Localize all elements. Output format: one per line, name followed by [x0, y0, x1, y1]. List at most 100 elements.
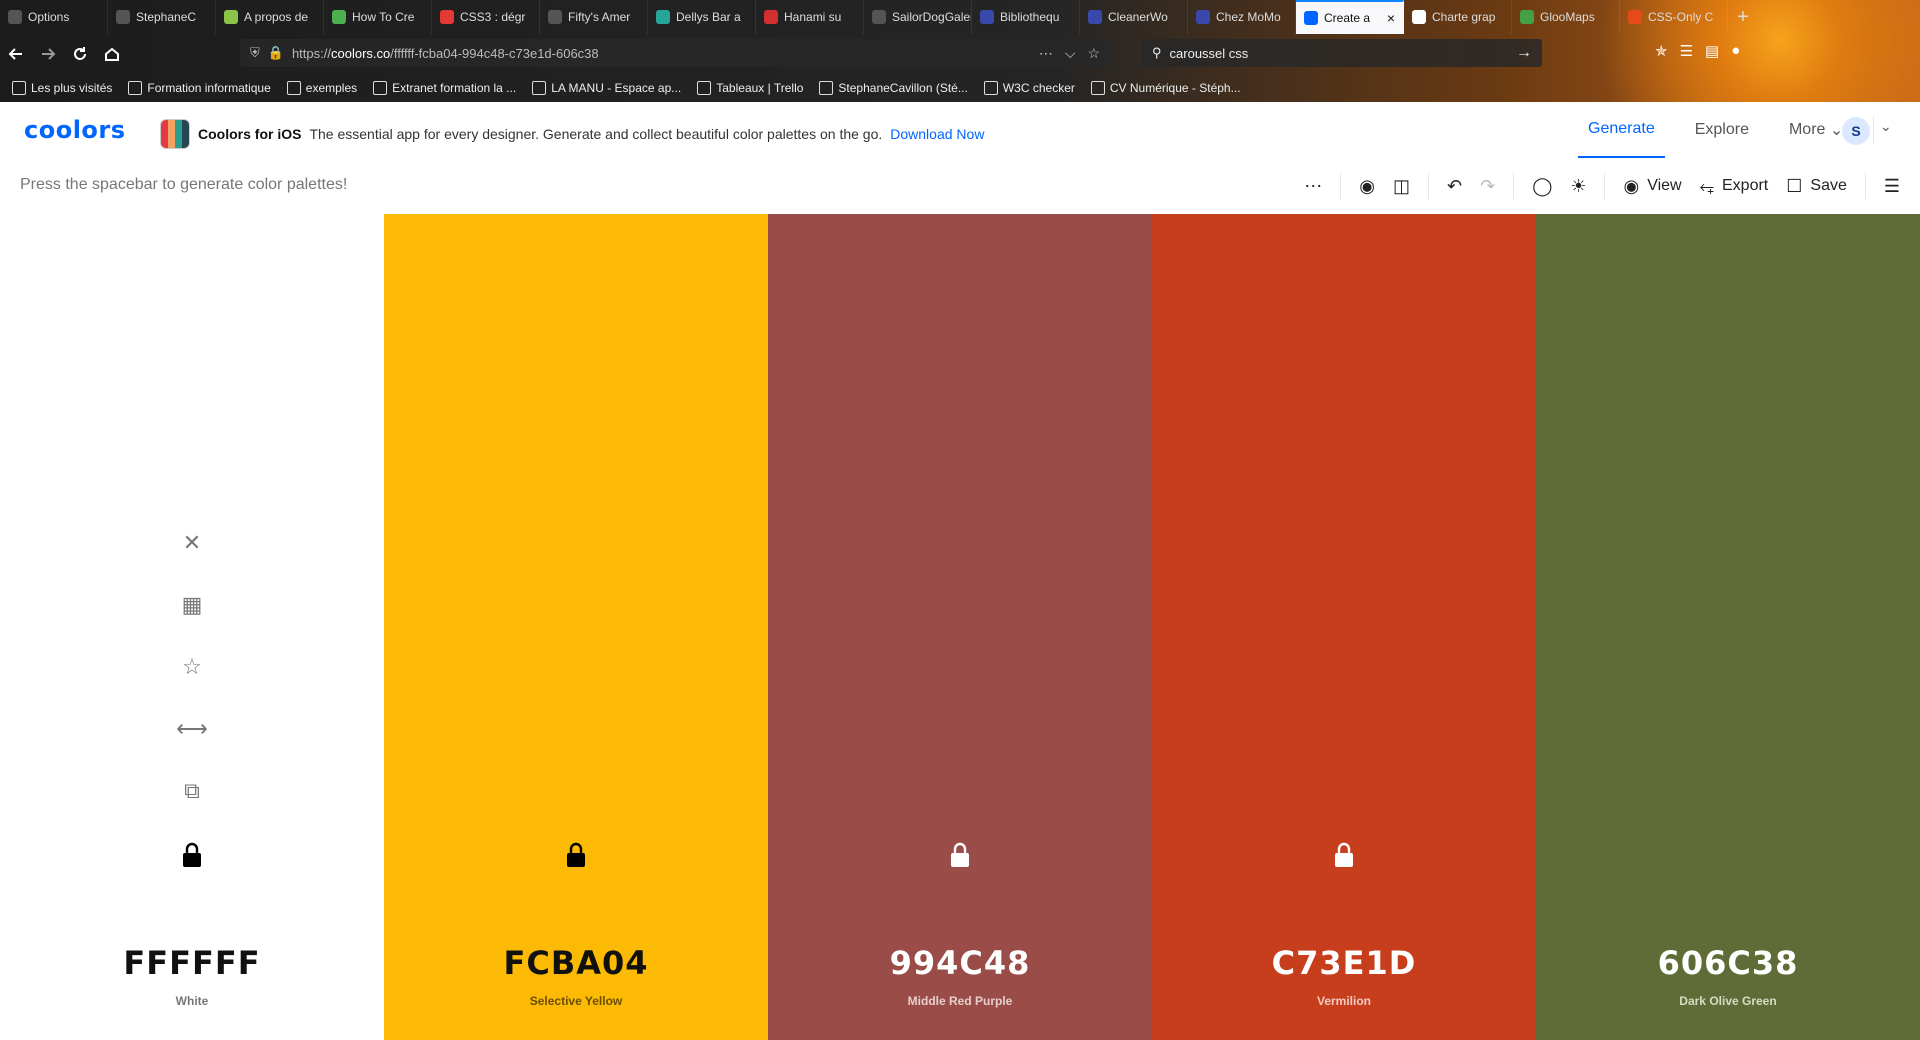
color-swatch[interactable]: 994C48 Middle Red Purple	[768, 214, 1152, 1040]
close-icon[interactable]: ✕	[183, 529, 201, 557]
bookmark-item[interactable]: W3C checker	[983, 81, 1075, 95]
tab-label: CSS3 : dégr	[460, 10, 526, 24]
export-label: Export	[1722, 177, 1769, 194]
home-button[interactable]	[96, 38, 128, 70]
grid-icon[interactable]: ▦	[182, 591, 203, 619]
bookmark-item[interactable]: LA MANU - Espace ap...	[532, 81, 681, 95]
search-go-icon[interactable]: →	[1516, 44, 1532, 62]
browser-tab[interactable]: Create a ×	[1296, 0, 1404, 34]
color-swatch[interactable]: ✕ ▦ ☆ ⟷ ⧉ FFFFFF White	[0, 214, 384, 1040]
browser-tab[interactable]: Options	[0, 0, 108, 34]
undo-icon[interactable]: ↶	[1447, 176, 1462, 197]
nav-explore[interactable]: Explore	[1685, 102, 1759, 158]
color-name: Dark Olive Green	[1679, 994, 1777, 1008]
toolbar-divider	[1604, 173, 1606, 199]
back-button[interactable]	[0, 38, 32, 70]
reader-view-icon[interactable]: ▤	[1705, 42, 1719, 60]
browser-tab[interactable]: A propos de	[216, 0, 324, 34]
url-bar[interactable]: ⛨ 🔒 https://coolors.co/ffffff-fcba04-994…	[240, 39, 1110, 67]
browser-tab[interactable]: Fifty's Amer	[540, 0, 648, 34]
color-name: White	[175, 994, 209, 1008]
browser-tab[interactable]: CleanerWo	[1080, 0, 1188, 34]
redo-icon[interactable]: ↷	[1480, 176, 1495, 197]
lock-button[interactable]	[1152, 842, 1536, 873]
hex-code[interactable]: C73E1D	[1152, 944, 1536, 982]
hex-code[interactable]: FFFFFF	[0, 944, 384, 982]
hex-code[interactable]: 606C38	[1536, 944, 1920, 982]
lock-button[interactable]	[0, 842, 384, 873]
tab-label: Hanami su	[784, 10, 842, 24]
color-swatch[interactable]: C73E1D Vermilion	[1152, 214, 1536, 1040]
browser-tab[interactable]: CSS3 : dégr	[432, 0, 540, 34]
hamburger-menu-icon[interactable]: ☰	[1884, 176, 1900, 197]
bookmark-item[interactable]: Tableaux | Trello	[697, 81, 803, 95]
bookmark-item[interactable]: StephaneCavillon (Sté...	[819, 81, 968, 95]
browser-tab[interactable]: Dellys Bar a	[648, 0, 756, 34]
view-button[interactable]: ◉ View	[1623, 176, 1681, 197]
color-swatch[interactable]: 606C38 Dark Olive Green	[1536, 214, 1920, 1040]
browser-tab[interactable]: Bibliothequ	[972, 0, 1080, 34]
lock-button[interactable]	[384, 842, 768, 873]
tab-label: Chez MoMo	[1216, 10, 1281, 24]
search-icon: ⚲	[1152, 45, 1162, 60]
download-link[interactable]: Download Now	[890, 126, 984, 142]
hex-code[interactable]: 994C48	[768, 944, 1152, 982]
bookmark-star-icon[interactable]: ☆	[1087, 45, 1100, 62]
url-text: https://coolors.co/ffffff-fcba04-994c48-…	[291, 45, 599, 61]
bookmark-label: exemples	[305, 81, 358, 95]
w3c-icon	[983, 81, 998, 95]
tab-label: Create a	[1324, 11, 1371, 25]
browser-tab[interactable]: CSS-Only C	[1620, 0, 1728, 34]
browser-tab[interactable]: How To Cre	[324, 0, 432, 34]
bookmark-item[interactable]: Extranet formation la ...	[373, 81, 516, 95]
account-icon[interactable]: ●	[1731, 42, 1740, 60]
folder-icon	[128, 81, 143, 95]
split-view-icon[interactable]: ◫	[1393, 176, 1410, 197]
star-icon[interactable]: ☆	[182, 653, 202, 681]
avatar[interactable]: S	[1842, 117, 1870, 145]
browser-tab[interactable]: Hanami su	[756, 0, 864, 34]
browser-chrome: Options StephaneC A propos de How To Cre CSS…	[0, 0, 1920, 102]
save-button[interactable]: ☐ Save	[1786, 176, 1847, 197]
library-icon[interactable]: ☰	[1680, 42, 1693, 60]
account-chevron-icon[interactable]: ⌄	[1880, 118, 1892, 135]
browser-tab[interactable]: SailorDogGalery	[864, 0, 972, 34]
browser-tab[interactable]: GlooMaps	[1512, 0, 1620, 34]
tab-favicon-icon	[1628, 10, 1642, 24]
lock-button[interactable]	[768, 842, 1152, 873]
promo-text: The essential app for every designer. Ge…	[309, 126, 883, 142]
bookmark-item[interactable]: Les plus visités	[12, 81, 112, 95]
drag-arrows-icon[interactable]: ⟷	[176, 715, 208, 743]
forward-button[interactable]	[32, 38, 64, 70]
shield-icon[interactable]: ⛨	[250, 45, 260, 61]
adjust-icon[interactable]: ☀	[1570, 176, 1586, 197]
browser-tab[interactable]: Chez MoMo	[1188, 0, 1296, 34]
hex-code[interactable]: FCBA04	[384, 944, 768, 982]
export-button[interactable]: ⥆ Export	[1700, 176, 1769, 197]
copy-icon[interactable]: ⧉	[184, 777, 200, 805]
toolbar-divider	[1864, 173, 1866, 199]
reload-button[interactable]	[64, 38, 96, 70]
search-input[interactable]: caroussel css	[1170, 46, 1249, 61]
coolors-logo[interactable]: coolors	[24, 116, 126, 144]
new-tab-icon[interactable]: +	[1728, 0, 1758, 34]
nav-generate[interactable]: Generate	[1578, 102, 1665, 158]
more-options-icon[interactable]: ⋯	[1304, 176, 1322, 197]
lock-icon[interactable]: 🔒	[268, 45, 284, 61]
bookmark-item[interactable]: Formation informatique	[128, 81, 271, 95]
bookmark-item[interactable]: CV Numérique - Stéph...	[1090, 81, 1241, 95]
bookmark-item[interactable]: exemples	[286, 81, 358, 95]
trello-icon	[697, 81, 712, 95]
downloads-icon[interactable]: ✯	[1655, 42, 1668, 60]
tab-close-icon[interactable]: ×	[1387, 10, 1395, 26]
pocket-icon[interactable]: ⌵	[1065, 45, 1076, 62]
browser-tab[interactable]: Charte grap	[1404, 0, 1512, 34]
browser-tab[interactable]: StephaneC	[108, 0, 216, 34]
color-blindness-icon[interactable]: ◯	[1532, 176, 1552, 197]
tab-favicon-icon	[1412, 10, 1426, 24]
search-bar[interactable]: ⚲ caroussel css →	[1142, 39, 1542, 67]
color-swatch[interactable]: FCBA04 Selective Yellow	[384, 214, 768, 1040]
bookmark-label: Formation informatique	[147, 81, 271, 95]
page-actions-icon[interactable]: ⋯	[1039, 45, 1053, 62]
camera-icon[interactable]: ◉	[1359, 176, 1375, 197]
